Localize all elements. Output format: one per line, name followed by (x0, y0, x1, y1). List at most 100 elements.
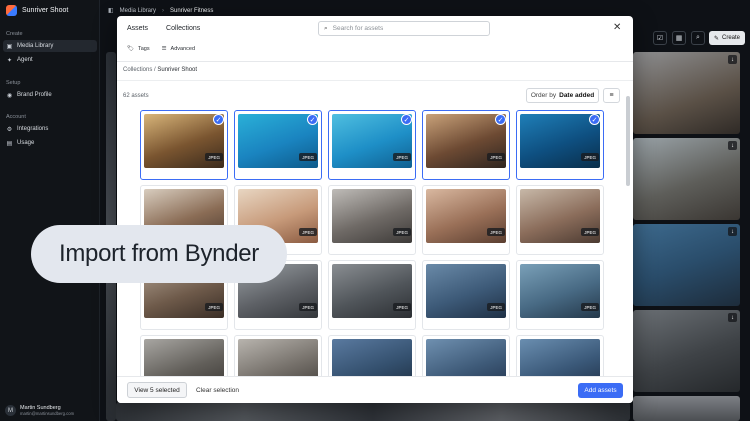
integrations-icon: ⚙ (6, 126, 13, 133)
usage-icon: ▤ (6, 140, 13, 147)
scrollbar[interactable] (626, 96, 630, 186)
file-type-badge: JPEG (205, 303, 223, 311)
brand-icon: ◉ (6, 92, 13, 99)
asset-card[interactable]: JPEG (422, 260, 510, 330)
file-type-badge: JPEG (487, 303, 505, 311)
close-icon[interactable]: ✕ (613, 22, 621, 33)
breadcrumb-root[interactable]: Collections (123, 67, 152, 73)
media-tile[interactable]: ↓ (633, 138, 740, 220)
media-tile[interactable]: ↓ (633, 224, 740, 306)
brand-logo (6, 5, 17, 16)
select-mode-button[interactable]: ☑ (653, 31, 667, 45)
tags-filter-button[interactable]: 🏷 Tags (127, 46, 150, 52)
file-type-badge: JPEG (299, 303, 317, 311)
grid-view-button[interactable]: ▦ (672, 31, 686, 45)
sidebar: Sunriver Shoot Create ▣ Media Library ✦ … (0, 0, 100, 421)
sort-direction-button[interactable]: ≡ (603, 88, 620, 103)
import-modal: Assets Collections ⌕ Search for assets ✕… (117, 16, 633, 403)
tags-label: Tags (137, 46, 150, 52)
asset-card[interactable]: JPEG ✓ (234, 110, 322, 180)
sidebar-item-brand-profile[interactable]: ◉ Brand Profile (3, 89, 97, 101)
media-tile[interactable] (116, 402, 630, 421)
file-type-badge: JPEG (581, 303, 599, 311)
checkbox-icon: ☑ (656, 35, 664, 42)
clear-selection-button[interactable]: Clear selection (196, 387, 239, 394)
search-placeholder: Search for assets (332, 25, 384, 32)
sidebar-item-label: Media Library (17, 43, 54, 49)
add-assets-button[interactable]: Add assets (578, 383, 623, 398)
order-value: Date added (559, 92, 595, 99)
checkmark-icon[interactable]: ✓ (401, 114, 412, 125)
sidebar-item-usage[interactable]: ▤ Usage (3, 137, 97, 149)
file-type-badge: JPEG (581, 153, 599, 161)
file-type-badge: JPEG (299, 153, 317, 161)
file-type-badge: JPEG (487, 153, 505, 161)
media-tile[interactable]: ↓ (633, 52, 740, 134)
create-label: Create (722, 35, 741, 41)
file-type-badge: JPEG (299, 228, 317, 236)
sidebar-item-media-library[interactable]: ▣ Media Library (3, 40, 97, 52)
asset-count: 62 assets (123, 93, 149, 99)
file-type-badge: JPEG (393, 303, 411, 311)
asset-card[interactable]: JPEG (516, 260, 604, 330)
collection-breadcrumb: Collections / Sunriver Shoot (123, 67, 197, 73)
filter-bar: 🏷 Tags ☰ Advanced (127, 46, 195, 52)
view-selected-button[interactable]: View 5 selected (127, 382, 187, 398)
download-icon[interactable]: ↓ (728, 141, 737, 150)
file-type-badge: JPEG (205, 153, 223, 161)
checkmark-icon[interactable]: ✓ (213, 114, 224, 125)
asset-card[interactable]: JPEG ✓ (422, 110, 510, 180)
asset-card[interactable]: JPEG ✓ (516, 110, 604, 180)
sidebar-item-label: Brand Profile (17, 92, 52, 98)
file-type-badge: JPEG (581, 228, 599, 236)
advanced-filter-button[interactable]: ☰ Advanced (162, 46, 195, 52)
breadcrumb-current: Sunriver Fitness (170, 7, 214, 14)
search-input[interactable]: ⌕ Search for assets (318, 21, 490, 36)
tab-collections[interactable]: Collections (166, 25, 200, 32)
tag-icon: 🏷 (127, 46, 134, 52)
sort-icon: ≡ (609, 92, 614, 99)
sidebar-item-agent[interactable]: ✦ Agent (3, 54, 97, 66)
breadcrumb: ◧ Media Library › Sunriver Fitness (108, 7, 214, 15)
create-button[interactable]: ✎ Create (709, 31, 745, 45)
advanced-label: Advanced (170, 46, 196, 52)
modal-tabs: Assets Collections (127, 25, 200, 32)
sliders-icon: ☰ (161, 46, 167, 52)
media-tile[interactable]: ↓ (633, 310, 740, 392)
breadcrumb-item[interactable]: Media Library (120, 8, 156, 14)
image-icon: ▣ (6, 43, 13, 50)
search-button[interactable]: ⌕ (691, 31, 705, 45)
tab-assets[interactable]: Assets (127, 25, 148, 32)
section-label-account: Account (6, 114, 26, 120)
file-type-badge: JPEG (487, 228, 505, 236)
sparkle-icon: ✦ (6, 57, 13, 64)
sidebar-item-label: Agent (17, 57, 33, 63)
brand[interactable]: Sunriver Shoot (6, 5, 68, 16)
avatar: M (5, 405, 16, 416)
asset-card[interactable]: JPEG ✓ (140, 110, 228, 180)
asset-card[interactable]: JPEG (328, 260, 416, 330)
search-icon: ⌕ (696, 34, 700, 41)
sidebar-item-label: Integrations (17, 126, 49, 132)
asset-card[interactable]: JPEG (516, 185, 604, 255)
sidebar-item-integrations[interactable]: ⚙ Integrations (3, 123, 97, 135)
checkmark-icon[interactable]: ✓ (495, 114, 506, 125)
file-type-badge: JPEG (393, 153, 411, 161)
divider (117, 80, 633, 81)
checkmark-icon[interactable]: ✓ (589, 114, 600, 125)
download-icon[interactable]: ↓ (728, 313, 737, 322)
user-email: martin@martinsundberg.com (20, 411, 75, 416)
asset-card[interactable]: JPEG ✓ (328, 110, 416, 180)
order-by-select[interactable]: Order by Date added (526, 88, 599, 103)
user-profile[interactable]: M Martin Sundberg martin@martinsundberg.… (5, 405, 74, 416)
asset-card[interactable]: JPEG (328, 185, 416, 255)
download-icon[interactable]: ↓ (728, 227, 737, 236)
asset-card[interactable]: JPEG (422, 185, 510, 255)
sidebar-toggle-icon[interactable]: ◧ (108, 7, 114, 14)
divider (117, 61, 633, 62)
media-tile[interactable] (633, 396, 740, 421)
breadcrumb-separator-icon: › (162, 7, 165, 14)
checkmark-icon[interactable]: ✓ (307, 114, 318, 125)
download-icon[interactable]: ↓ (728, 55, 737, 64)
overlay-caption: Import from Bynder (31, 225, 287, 283)
